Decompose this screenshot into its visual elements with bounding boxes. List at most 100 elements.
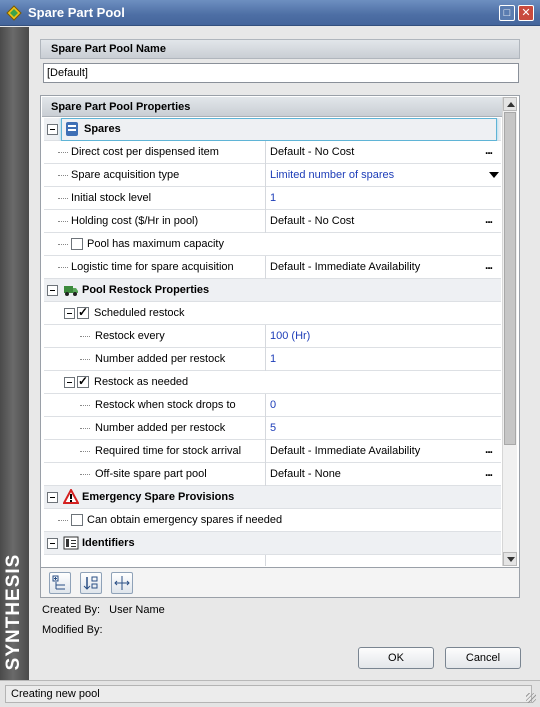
- prop-logistic-time[interactable]: Logistic time for spare acquisition Defa…: [44, 256, 501, 279]
- prop-value[interactable]: Default - None: [270, 468, 341, 480]
- checkbox-label: Can obtain emergency spares if needed: [87, 514, 283, 526]
- tree-branch: [80, 474, 90, 475]
- prop-label: Required time for stock arrival: [95, 445, 242, 457]
- property-grid: Spares Direct cost per dispensed item De…: [44, 118, 501, 566]
- ellipsis-button[interactable]: ...: [485, 143, 493, 157]
- brand-logo-text: SYNTHESIS: [3, 553, 24, 671]
- column-divider: [265, 555, 266, 566]
- prop-number-added-scheduled[interactable]: Number added per restock 1: [44, 348, 501, 371]
- prop-direct-cost[interactable]: Direct cost per dispensed item Default -…: [44, 141, 501, 164]
- window-title: Spare Part Pool: [28, 5, 125, 20]
- collapse-toggle[interactable]: [47, 285, 58, 296]
- ellipsis-button[interactable]: ...: [485, 258, 493, 272]
- prop-offsite-pool[interactable]: Off-site spare part pool Default - None …: [44, 463, 501, 486]
- prop-value[interactable]: 5: [270, 422, 276, 434]
- collapse-toggle[interactable]: [47, 492, 58, 503]
- prop-label: Direct cost per dispensed item: [71, 146, 219, 158]
- modified-by-row: Modified By:: [42, 624, 109, 636]
- prop-value[interactable]: Default - Immediate Availability: [270, 445, 420, 457]
- category-spares[interactable]: Spares: [44, 118, 501, 141]
- sort-button[interactable]: [80, 572, 102, 594]
- prop-value[interactable]: Limited number of spares: [270, 169, 394, 181]
- scroll-thumb[interactable]: [504, 112, 516, 445]
- scroll-up-button[interactable]: [503, 97, 517, 111]
- fit-columns-icon: [114, 576, 130, 590]
- scheduled-restock-checkbox[interactable]: [77, 305, 89, 319]
- tree-branch: [58, 152, 68, 153]
- resize-grip-icon[interactable]: [526, 693, 536, 703]
- scroll-down-button[interactable]: [503, 552, 517, 566]
- sort-icon: [83, 576, 98, 590]
- prop-initial-stock[interactable]: Initial stock level 1: [44, 187, 501, 210]
- title-bar: Spare Part Pool □ ✕: [0, 0, 540, 26]
- prop-label: Number added per restock: [95, 422, 226, 434]
- collapse-toggle[interactable]: [64, 308, 75, 319]
- properties-header: Spare Part Pool Properties: [42, 97, 502, 117]
- prop-label: Initial stock level: [71, 192, 152, 204]
- category-label: Emergency Spare Provisions: [82, 491, 235, 503]
- tree-branch: [80, 428, 90, 429]
- prop-value[interactable]: 0: [270, 399, 276, 411]
- tree-branch: [58, 198, 68, 199]
- emergency-spares-checkbox[interactable]: [71, 514, 83, 526]
- ellipsis-button[interactable]: ...: [485, 442, 493, 456]
- pool-name-input[interactable]: [Default]: [43, 63, 519, 83]
- column-divider: [265, 417, 266, 440]
- prop-stock-drops-to[interactable]: Restock when stock drops to 0: [44, 394, 501, 417]
- pool-name-header: Spare Part Pool Name: [40, 39, 520, 59]
- collapse-toggle[interactable]: [47, 538, 58, 549]
- prop-can-obtain-emergency[interactable]: Can obtain emergency spares if needed: [44, 509, 501, 532]
- dropdown-arrow-icon[interactable]: [489, 172, 499, 178]
- prop-label: Restock every: [95, 330, 165, 342]
- prop-holding-cost[interactable]: Holding cost ($/Hr in pool) Default - No…: [44, 210, 501, 233]
- tree-branch: [58, 244, 68, 245]
- column-divider: [265, 325, 266, 348]
- prop-number-added-needed[interactable]: Number added per restock 5: [44, 417, 501, 440]
- grid-toolbar: [40, 568, 520, 598]
- prop-value[interactable]: Default - No Cost: [270, 146, 354, 158]
- collapse-toggle[interactable]: [64, 377, 75, 388]
- column-divider: [265, 348, 266, 371]
- column-divider: [265, 394, 266, 417]
- cancel-button[interactable]: Cancel: [445, 647, 521, 669]
- tree-branch: [58, 221, 68, 222]
- max-capacity-checkbox[interactable]: [71, 238, 83, 250]
- tree-branch: [58, 175, 68, 176]
- vertical-scrollbar[interactable]: [502, 97, 517, 566]
- collapse-toggle[interactable]: [47, 124, 58, 135]
- prop-acquisition-type[interactable]: Spare acquisition type Limited number of…: [44, 164, 501, 187]
- prop-value[interactable]: 100 (Hr): [270, 330, 310, 342]
- prop-value[interactable]: Default - Immediate Availability: [270, 261, 420, 273]
- prop-partial-row: [44, 555, 501, 566]
- maximize-button[interactable]: □: [499, 5, 515, 21]
- expand-all-button[interactable]: [49, 572, 71, 594]
- ok-button[interactable]: OK: [358, 647, 434, 669]
- category-identifiers[interactable]: Identifiers: [44, 532, 501, 555]
- prop-required-time[interactable]: Required time for stock arrival Default …: [44, 440, 501, 463]
- close-button[interactable]: ✕: [518, 5, 534, 21]
- prop-value[interactable]: 1: [270, 192, 276, 204]
- tree-branch: [80, 405, 90, 406]
- prop-label: Logistic time for spare acquisition: [71, 261, 234, 273]
- prop-restock-every[interactable]: Restock every 100 (Hr): [44, 325, 501, 348]
- prop-label: Number added per restock: [95, 353, 226, 365]
- category-restock[interactable]: Pool Restock Properties: [44, 279, 501, 302]
- restock-as-needed-checkbox[interactable]: [77, 374, 89, 388]
- prop-restock-as-needed[interactable]: Restock as needed: [44, 371, 501, 394]
- prop-value[interactable]: 1: [270, 353, 276, 365]
- prop-label: Holding cost ($/Hr in pool): [71, 215, 199, 227]
- checkbox-label: Pool has maximum capacity: [87, 238, 224, 250]
- ellipsis-button[interactable]: ...: [485, 212, 493, 226]
- brand-strip: SYNTHESIS: [0, 27, 29, 697]
- prop-max-capacity[interactable]: Pool has maximum capacity: [44, 233, 501, 256]
- category-emergency[interactable]: Emergency Spare Provisions: [44, 486, 501, 509]
- prop-scheduled-restock[interactable]: Scheduled restock: [44, 302, 501, 325]
- category-label: Identifiers: [82, 537, 135, 549]
- status-text: Creating new pool: [5, 685, 532, 703]
- status-bar: Creating new pool: [0, 680, 540, 707]
- prop-value[interactable]: Default - No Cost: [270, 215, 354, 227]
- created-by-value: User Name: [109, 604, 165, 616]
- tree-branch: [58, 267, 68, 268]
- ellipsis-button[interactable]: ...: [485, 465, 493, 479]
- fit-columns-button[interactable]: [111, 572, 133, 594]
